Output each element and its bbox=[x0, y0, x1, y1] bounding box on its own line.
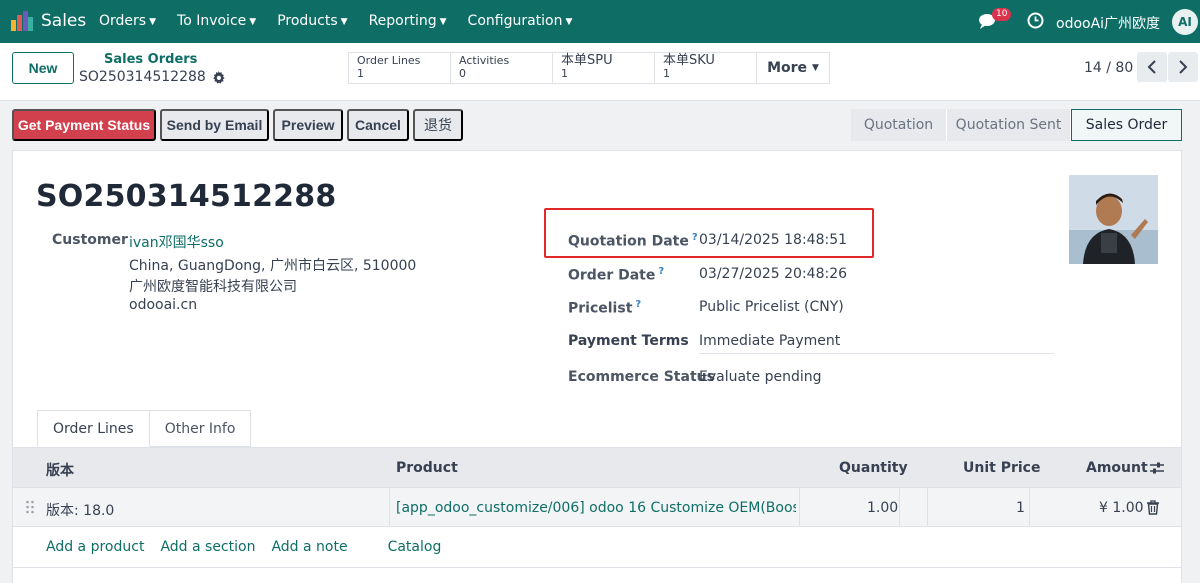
preview-button[interactable]: Preview bbox=[273, 109, 343, 141]
caret-down-icon: ▼ bbox=[565, 17, 573, 27]
sales-app-icon[interactable] bbox=[11, 11, 33, 31]
drag-handle-icon[interactable] bbox=[25, 500, 35, 514]
pricelist-label: Pricelist? bbox=[568, 299, 642, 317]
send-by-email-button[interactable]: Send by Email bbox=[160, 109, 269, 141]
gear-icon[interactable] bbox=[212, 70, 225, 84]
row-unit-price-cell[interactable]: 1 bbox=[1016, 500, 1025, 516]
smart-button-activities[interactable]: Activities 0 bbox=[451, 53, 553, 83]
smart-button-order-lines[interactable]: Order Lines 1 bbox=[349, 53, 451, 83]
control-panel: New Sales Orders SO250314512288 Order Li… bbox=[0, 43, 1200, 101]
table-row[interactable]: 版本: 18.0 [app_odoo_customize/006] odoo 1… bbox=[13, 487, 1181, 527]
pricelist-field[interactable]: Public Pricelist (CNY) bbox=[699, 299, 844, 315]
chevron-right-icon bbox=[1179, 60, 1188, 74]
order-date-label: Order Date? bbox=[568, 266, 665, 284]
column-unit-price[interactable]: Unit Price bbox=[963, 460, 1040, 476]
user-name[interactable]: odooAi广州欧度 bbox=[1056, 13, 1160, 33]
add-section-link[interactable]: Add a section bbox=[160, 539, 255, 555]
customer-address-line: odooai.cn bbox=[129, 297, 198, 313]
ecommerce-status-label: Ecommerce Status bbox=[568, 369, 715, 385]
status-steps: Quotation Quotation Sent Sales Order bbox=[851, 109, 1182, 141]
caret-down-icon: ▼ bbox=[340, 17, 348, 27]
app-name[interactable]: Sales bbox=[41, 11, 86, 31]
row-amount-cell: ¥ 1.00 bbox=[1099, 500, 1144, 516]
notebook-tabs: Order Lines Other Info bbox=[37, 410, 252, 447]
quotation-date-label: Quotation Date? bbox=[568, 232, 698, 250]
row-quantity-cell[interactable]: 1.00 bbox=[867, 500, 898, 516]
customer-label: Customer bbox=[52, 232, 128, 248]
add-note-link[interactable]: Add a note bbox=[271, 539, 347, 555]
add-product-link[interactable]: Add a product bbox=[46, 539, 144, 555]
add-line-links: Add a product Add a section Add a note C… bbox=[46, 539, 441, 555]
breadcrumb-current: SO250314512288 bbox=[79, 69, 225, 85]
form-sheet: SO250314512288 Customer ivan邓国华sso China… bbox=[12, 150, 1182, 583]
order-lines-header: 版本 Product Quantity Unit Price Amount bbox=[13, 447, 1181, 487]
catalog-link[interactable]: Catalog bbox=[388, 539, 442, 555]
cell-divider bbox=[1029, 488, 1030, 526]
payment-terms-field[interactable]: Immediate Payment bbox=[699, 333, 840, 349]
row-version-cell[interactable]: 版本: 18.0 bbox=[46, 500, 114, 520]
cell-divider bbox=[899, 488, 900, 526]
column-product[interactable]: Product bbox=[396, 460, 458, 476]
menu-configuration[interactable]: Configuration ▼ bbox=[468, 13, 573, 29]
status-bar: Get Payment Status Send by Email Preview… bbox=[0, 101, 1200, 149]
smart-button-sku[interactable]: 本单SKU 1 bbox=[655, 53, 757, 83]
return-button[interactable]: 退货 bbox=[413, 109, 463, 141]
tab-order-lines[interactable]: Order Lines bbox=[37, 410, 150, 447]
customer-address-line: 广州欧度智能科技有限公司 bbox=[129, 279, 297, 295]
chat-badge: 10 bbox=[992, 8, 1012, 21]
pager-next-button[interactable] bbox=[1168, 52, 1198, 82]
smart-button-spu[interactable]: 本单SPU 1 bbox=[553, 53, 655, 83]
row-product-cell[interactable]: [app_odoo_customize/006] odoo 16 Customi… bbox=[396, 500, 796, 516]
help-icon: ? bbox=[691, 232, 698, 243]
step-quotation[interactable]: Quotation bbox=[851, 109, 947, 141]
step-sales-order[interactable]: Sales Order bbox=[1071, 109, 1182, 141]
trash-icon[interactable] bbox=[1146, 500, 1160, 515]
column-quantity[interactable]: Quantity bbox=[839, 460, 908, 476]
caret-down-icon: ▼ bbox=[439, 17, 447, 27]
menu-products[interactable]: Products ▼ bbox=[277, 13, 347, 29]
optional-columns-icon[interactable] bbox=[1149, 460, 1165, 476]
get-payment-status-button[interactable]: Get Payment Status bbox=[12, 109, 156, 141]
help-icon: ? bbox=[635, 299, 642, 310]
quotation-date-field[interactable]: 03/14/2025 18:48:51 bbox=[699, 232, 847, 248]
menu-reporting[interactable]: Reporting ▼ bbox=[369, 13, 447, 29]
top-navbar: Sales Orders ▼ To Invoice ▼ Products ▼ Repo… bbox=[0, 0, 1200, 43]
smart-buttons: Order Lines 1 Activities 0 本单SPU 1 本单SKU… bbox=[348, 52, 830, 84]
ecommerce-status-field: Evaluate pending bbox=[699, 369, 822, 385]
breadcrumb-current-label: SO250314512288 bbox=[79, 69, 206, 85]
cell-divider bbox=[389, 488, 390, 526]
customer-name-link[interactable]: ivan邓国华sso bbox=[129, 232, 224, 252]
help-icon: ? bbox=[658, 266, 665, 277]
pager-value[interactable]: 14 / 80 bbox=[1084, 60, 1133, 76]
column-version[interactable]: 版本 bbox=[46, 460, 74, 480]
customer-address-line: China, GuangDong, 广州市白云区, 510000 bbox=[129, 258, 417, 274]
main-menu: Orders ▼ To Invoice ▼ Products ▼ Reporting ▼… bbox=[99, 13, 593, 29]
payment-terms-label: Payment Terms bbox=[568, 333, 689, 349]
cancel-button[interactable]: Cancel bbox=[347, 109, 409, 141]
caret-down-icon: ▼ bbox=[149, 17, 157, 27]
cell-divider bbox=[799, 488, 800, 526]
caret-down-icon: ▼ bbox=[812, 62, 819, 73]
new-button[interactable]: New bbox=[12, 52, 74, 84]
column-amount[interactable]: Amount bbox=[1086, 460, 1148, 476]
menu-to-invoice[interactable]: To Invoice ▼ bbox=[177, 13, 256, 29]
menu-orders[interactable]: Orders ▼ bbox=[99, 13, 156, 29]
tab-other-info[interactable]: Other Info bbox=[148, 410, 252, 447]
user-avatar[interactable]: AI bbox=[1172, 9, 1198, 35]
chevron-left-icon bbox=[1147, 60, 1156, 74]
pager-previous-button[interactable] bbox=[1137, 52, 1167, 82]
order-date-field[interactable]: 03/27/2025 20:48:26 bbox=[699, 266, 847, 282]
table-bottom-divider bbox=[13, 567, 1181, 568]
cell-divider bbox=[927, 488, 928, 526]
customer-avatar-photo[interactable] bbox=[1069, 175, 1158, 264]
caret-down-icon: ▼ bbox=[249, 17, 257, 27]
order-title: SO250314512288 bbox=[36, 179, 337, 214]
breadcrumb-sales-orders[interactable]: Sales Orders bbox=[104, 52, 197, 67]
more-button[interactable]: More ▼ bbox=[757, 53, 829, 83]
payment-terms-underline bbox=[699, 353, 1054, 354]
clock-icon[interactable] bbox=[1027, 12, 1044, 29]
step-quotation-sent[interactable]: Quotation Sent bbox=[947, 109, 1071, 141]
